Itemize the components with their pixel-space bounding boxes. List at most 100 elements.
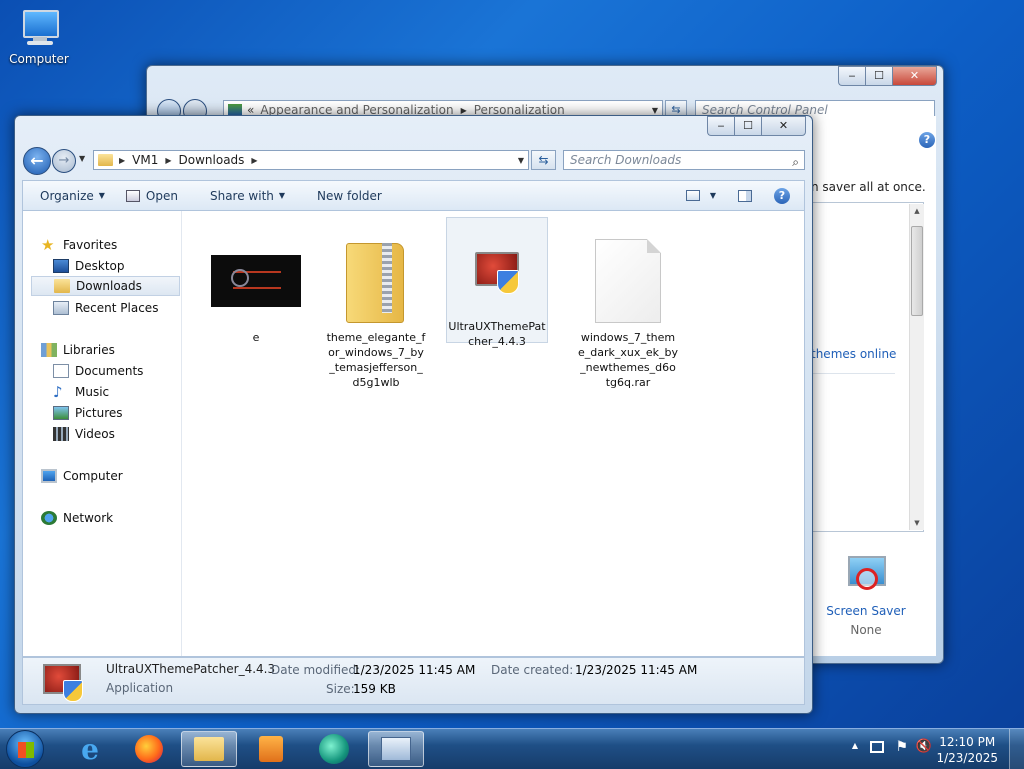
help-icon[interactable]: ? <box>919 132 935 148</box>
share-with-button[interactable]: Share with ▼ <box>193 189 300 203</box>
nav-computer[interactable]: Computer <box>41 466 123 486</box>
app-icon <box>319 734 349 764</box>
minimize-button[interactable]: ‒ <box>838 66 865 86</box>
nav-videos[interactable]: Videos <box>53 424 115 444</box>
navigation-pane: ★ Favorites Desktop Downloads Recent Pla… <box>23 211 182 656</box>
search-placeholder: Search Downloads <box>570 153 682 167</box>
date-modified-label: Date modified: <box>271 663 361 677</box>
windows-logo-icon <box>18 742 34 758</box>
recent-pages-dropdown[interactable]: ▼ <box>79 154 85 163</box>
chevron-down-icon[interactable]: ▼ <box>652 106 658 115</box>
scroll-up-arrow[interactable]: ▲ <box>910 204 924 218</box>
nav-label: Downloads <box>76 279 142 293</box>
network-tray-icon[interactable] <box>870 741 884 753</box>
themes-online-link[interactable]: themes online <box>811 347 896 361</box>
computer-icon <box>17 8 61 48</box>
open-button[interactable]: Open <box>120 189 193 203</box>
nav-label: Music <box>75 385 110 399</box>
nav-network[interactable]: Network <box>41 508 113 528</box>
file-item[interactable]: windows_7_theme_dark_xux_ek_by_newthemes… <box>578 235 678 390</box>
music-icon: ♪ <box>53 383 63 401</box>
scrollbar[interactable]: ▲ ▼ <box>909 204 924 530</box>
maximize-button[interactable]: ☐ <box>865 66 892 86</box>
start-button[interactable] <box>6 730 44 768</box>
star-icon: ★ <box>41 236 55 254</box>
date-created-label: Date created: <box>491 663 574 677</box>
preview-pane-button[interactable] <box>738 189 752 202</box>
clock-time: 12:10 PM <box>939 735 996 749</box>
file-item[interactable]: theme_elegante_for_windows_7_by_temasjef… <box>326 235 426 390</box>
breadcrumb-separator: ▶ <box>460 105 467 115</box>
taskbar-windows-explorer[interactable] <box>181 731 237 767</box>
screen-saver-option[interactable]: Screen Saver None <box>811 556 921 637</box>
nav-label: Videos <box>75 427 115 441</box>
maximize-button[interactable]: ☐ <box>734 116 761 136</box>
scroll-thumb[interactable] <box>911 226 923 316</box>
window-controls: ‒ ☐ ✕ <box>707 116 806 136</box>
breadcrumb-item-vm1[interactable]: VM1 <box>132 153 158 167</box>
minimize-button[interactable]: ‒ <box>707 116 734 136</box>
desktop-icon <box>53 259 69 273</box>
chevron-down-icon: ▼ <box>98 191 105 200</box>
desktop-icon-label: Computer <box>9 52 69 66</box>
file-name: UltraUXThemePatcher_4.4.3 <box>448 320 546 348</box>
themes-list[interactable]: themes online <box>811 202 924 532</box>
forward-button[interactable]: → <box>52 149 76 173</box>
view-options-button[interactable]: ▼ <box>685 190 716 201</box>
close-button[interactable]: ✕ <box>892 66 937 86</box>
share-with-label: Share with <box>209 188 274 203</box>
nav-desktop[interactable]: Desktop <box>53 256 125 276</box>
taskbar-firefox[interactable] <box>121 731 177 767</box>
window-controls: ‒ ☐ ✕ <box>838 66 937 86</box>
file-item-selected[interactable]: UltraUXThemePatcher_4.4.3 <box>446 217 548 348</box>
show-desktop-button[interactable] <box>1009 729 1024 769</box>
nav-recent-places[interactable]: Recent Places <box>53 298 158 318</box>
nav-libraries[interactable]: Libraries <box>41 340 115 360</box>
search-input[interactable]: Search Downloads ⌕ <box>563 150 805 170</box>
control-panel-icon <box>381 737 411 761</box>
nav-music[interactable]: ♪ Music <box>53 382 109 402</box>
taskbar-media-player[interactable] <box>243 731 299 767</box>
image-thumbnail <box>206 235 306 327</box>
chevron-down-icon: ▼ <box>278 191 286 200</box>
nav-downloads[interactable]: Downloads <box>31 276 180 296</box>
action-center-flag-icon[interactable]: ⚑ <box>895 739 908 755</box>
new-folder-button[interactable]: New folder <box>300 189 397 203</box>
breadcrumb-separator[interactable]: ▶ <box>119 156 125 165</box>
organize-button[interactable]: Organize ▼ <box>23 189 120 203</box>
scroll-down-arrow[interactable]: ▼ <box>910 516 924 530</box>
view-icon <box>685 190 700 201</box>
breadcrumb-separator[interactable]: ▶ <box>165 156 171 165</box>
nav-favorites[interactable]: ★ Favorites <box>41 235 117 255</box>
downloads-folder-icon <box>54 279 70 293</box>
file-item[interactable]: e <box>206 235 306 345</box>
folder-icon <box>194 737 224 761</box>
back-button[interactable]: ← <box>23 147 51 175</box>
explorer-window[interactable]: ‒ ☐ ✕ ← → ▼ ▶ VM1 ▶ Downloads ▶ ▼ ⇆ Sear… <box>14 115 813 714</box>
date-modified-value: 1/23/2025 11:45 AM <box>353 663 476 677</box>
nav-label: Network <box>63 511 114 525</box>
screen-saver-label[interactable]: Screen Saver <box>811 604 921 618</box>
nav-label: Recent Places <box>75 301 159 315</box>
show-hidden-icons-button[interactable]: ▲ <box>852 741 858 750</box>
chevron-down-icon[interactable]: ▼ <box>518 156 524 165</box>
refresh-button[interactable]: ⇆ <box>531 150 556 170</box>
close-button[interactable]: ✕ <box>761 116 806 136</box>
taskbar-control-panel[interactable] <box>368 731 424 767</box>
desktop-icon-computer[interactable]: Computer <box>8 8 70 66</box>
help-icon[interactable]: ? <box>774 187 790 204</box>
organize-label: Organize <box>40 188 94 203</box>
documents-icon <box>53 364 69 378</box>
address-bar[interactable]: ▶ VM1 ▶ Downloads ▶ ▼ <box>93 150 529 170</box>
volume-muted-icon[interactable]: 🔇 <box>916 739 932 754</box>
nav-documents[interactable]: Documents <box>53 361 143 381</box>
generic-file-icon <box>578 235 678 327</box>
taskbar-app[interactable] <box>306 731 362 767</box>
breadcrumb-separator[interactable]: ▶ <box>251 156 257 165</box>
clock[interactable]: 12:10 PM 1/23/2025 <box>936 734 998 766</box>
nav-label: Libraries <box>63 343 115 357</box>
command-bar: Organize ▼ Open Share with ▼ New folder … <box>22 180 805 210</box>
breadcrumb-item-downloads[interactable]: Downloads <box>179 153 245 167</box>
taskbar-internet-explorer[interactable]: e <box>62 731 118 767</box>
nav-pictures[interactable]: Pictures <box>53 403 123 423</box>
